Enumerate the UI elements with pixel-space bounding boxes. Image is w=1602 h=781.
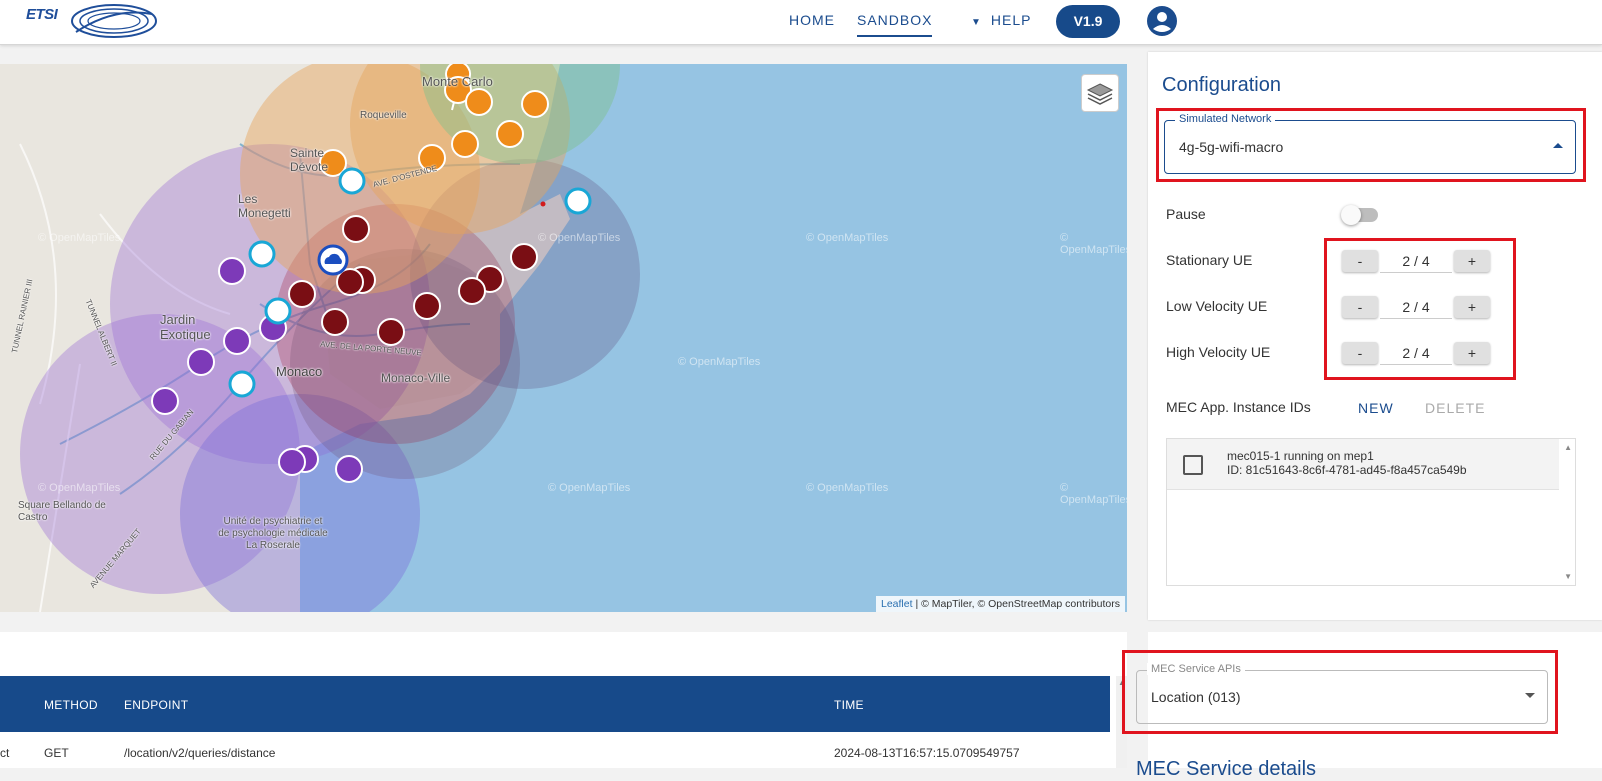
map-label-sainte-devote: Sainte Dévote: [290, 146, 329, 174]
scroll-up-icon[interactable]: ▲: [1564, 443, 1572, 452]
mec-service-apis-label: MEC Service APIs: [1147, 663, 1245, 675]
logo-text: ETSI: [26, 6, 58, 23]
row-method: GET: [44, 746, 69, 760]
high-velocity-ue-stepper: - 2 / 4 +: [1342, 342, 1490, 366]
chevron-down-icon: [1525, 693, 1535, 698]
stationary-ue-label: Stationary UE: [1166, 252, 1253, 268]
map-watermark: © OpenMapTiles: [38, 482, 121, 494]
table-row[interactable]: ct GET /location/v2/queries/distance 202…: [0, 732, 1110, 768]
high-velocity-ue-value[interactable]: 2 / 4: [1380, 342, 1452, 365]
high-velocity-minus-button[interactable]: -: [1342, 342, 1378, 364]
map-label-square-bellando: Square Bellando de Castro: [18, 500, 106, 523]
simulated-network-select[interactable]: Simulated Network 4g-5g-wifi-macro: [1164, 113, 1576, 174]
map-watermark: © OpenMapTiles: [806, 482, 889, 494]
pause-toggle[interactable]: [1341, 205, 1378, 225]
map-label-psychiatrie: Unité de psychiatrie et de psychologie m…: [218, 516, 328, 551]
map-watermark: © OpenMapTiles: [38, 232, 121, 244]
mec-service-apis-value: Location (013): [1151, 689, 1241, 705]
simulated-network-label: Simulated Network: [1175, 113, 1276, 125]
high-velocity-plus-button[interactable]: +: [1454, 342, 1490, 364]
chevron-up-icon: [1553, 143, 1563, 148]
configuration-panel: Configuration Simulated Network 4g-5g-wi…: [1148, 52, 1602, 620]
instance-checkbox[interactable]: [1183, 455, 1203, 475]
map-card: Monte Carlo Roqueville Sainte Dévote Les…: [0, 64, 1127, 612]
low-velocity-minus-button[interactable]: -: [1342, 296, 1378, 318]
new-instance-button[interactable]: NEW: [1358, 400, 1394, 416]
map-watermark: © OpenMapTiles: [538, 232, 621, 244]
low-velocity-ue-stepper: - 2 / 4 +: [1342, 296, 1490, 320]
toggle-knob: [1341, 205, 1361, 225]
pause-label: Pause: [1166, 206, 1206, 222]
layers-icon: [1086, 83, 1114, 105]
map-watermark: © OpenMapTiles: [548, 482, 631, 494]
request-log-card: METHOD ENDPOINT TIME ct GET /location/v2…: [0, 632, 1127, 768]
map-watermark: © OpenMapTiles: [806, 232, 889, 244]
nav-home[interactable]: HOME: [789, 12, 835, 28]
row-endpoint: /location/v2/queries/distance: [124, 746, 276, 760]
leaflet-link[interactable]: Leaflet: [881, 598, 913, 610]
nav-help-label: HELP: [990, 12, 1032, 28]
map-label-roqueville: Roqueville: [360, 110, 407, 121]
low-velocity-ue-value[interactable]: 2 / 4: [1380, 296, 1452, 319]
mec-instances-label: MEC App. Instance IDs: [1166, 399, 1311, 415]
map-watermark: © OpenMapTiles: [1060, 232, 1127, 256]
col-time[interactable]: TIME: [834, 698, 864, 712]
version-button[interactable]: V1.9: [1056, 5, 1120, 38]
nav-help[interactable]: ▼ HELP: [971, 12, 1031, 28]
account-icon[interactable]: [1146, 5, 1178, 37]
mec-service-apis-select[interactable]: MEC Service APIs Location (013): [1136, 663, 1548, 724]
map-label-jardin-exotique: Jardin Exotique: [160, 312, 211, 342]
map-label-monte-carlo: Monte Carlo: [422, 74, 493, 89]
low-velocity-ue-label: Low Velocity UE: [1166, 298, 1268, 314]
table-header: METHOD ENDPOINT TIME: [0, 676, 1110, 732]
mec-service-panel: MEC Service APIs Location (013) MEC Serv…: [1122, 632, 1602, 780]
top-app-bar: ETSI HOME SANDBOX ▼ HELP V1.9: [0, 0, 1602, 45]
attribution-text: | © MapTiler, © OpenStreetMap contributo…: [915, 598, 1120, 610]
low-velocity-plus-button[interactable]: +: [1454, 296, 1490, 318]
high-velocity-ue-label: High Velocity UE: [1166, 344, 1271, 360]
stationary-ue-value[interactable]: 2 / 4: [1380, 250, 1452, 273]
configuration-title: Configuration: [1162, 74, 1281, 96]
instance-id: ID: 81c51643-8c6f-4781-ad45-f8a457ca549b: [1227, 463, 1467, 477]
instance-name: mec015-1 running on mep1: [1227, 449, 1374, 463]
map-attribution: Leaflet | © MapTiler, © OpenStreetMap co…: [875, 596, 1125, 612]
stationary-ue-stepper: - 2 / 4 +: [1342, 250, 1490, 274]
simulated-network-value: 4g-5g-wifi-macro: [1179, 139, 1284, 155]
stationary-plus-button[interactable]: +: [1454, 250, 1490, 272]
delete-instance-button[interactable]: DELETE: [1425, 400, 1485, 416]
map-watermark: © OpenMapTiles: [678, 356, 761, 368]
instance-list: mec015-1 running on mep1 ID: 81c51643-8c…: [1166, 438, 1576, 586]
map-label-les-monegetti: Les Monegetti: [238, 192, 291, 220]
mec-service-details-title: MEC Service details: [1136, 758, 1317, 780]
col-endpoint[interactable]: ENDPOINT: [124, 698, 188, 712]
network-map[interactable]: Monte Carlo Roqueville Sainte Dévote Les…: [0, 64, 1127, 612]
stationary-minus-button[interactable]: -: [1342, 250, 1378, 272]
nav-sandbox[interactable]: SANDBOX: [857, 12, 933, 37]
map-label-monaco: Monaco: [276, 364, 323, 379]
scroll-down-icon[interactable]: ▼: [1564, 572, 1572, 581]
col-method[interactable]: METHOD: [44, 698, 98, 712]
layers-button[interactable]: [1081, 74, 1119, 112]
row-prefix: ct: [0, 746, 10, 760]
map-label-monaco-ville: Monaco-Ville: [381, 371, 451, 385]
row-time: 2024-08-13T16:57:15.0709549757: [834, 746, 1020, 760]
list-item[interactable]: mec015-1 running on mep1 ID: 81c51643-8c…: [1167, 439, 1559, 490]
map-watermark: © OpenMapTiles: [1060, 482, 1127, 506]
caret-down-icon: ▼: [971, 17, 982, 28]
